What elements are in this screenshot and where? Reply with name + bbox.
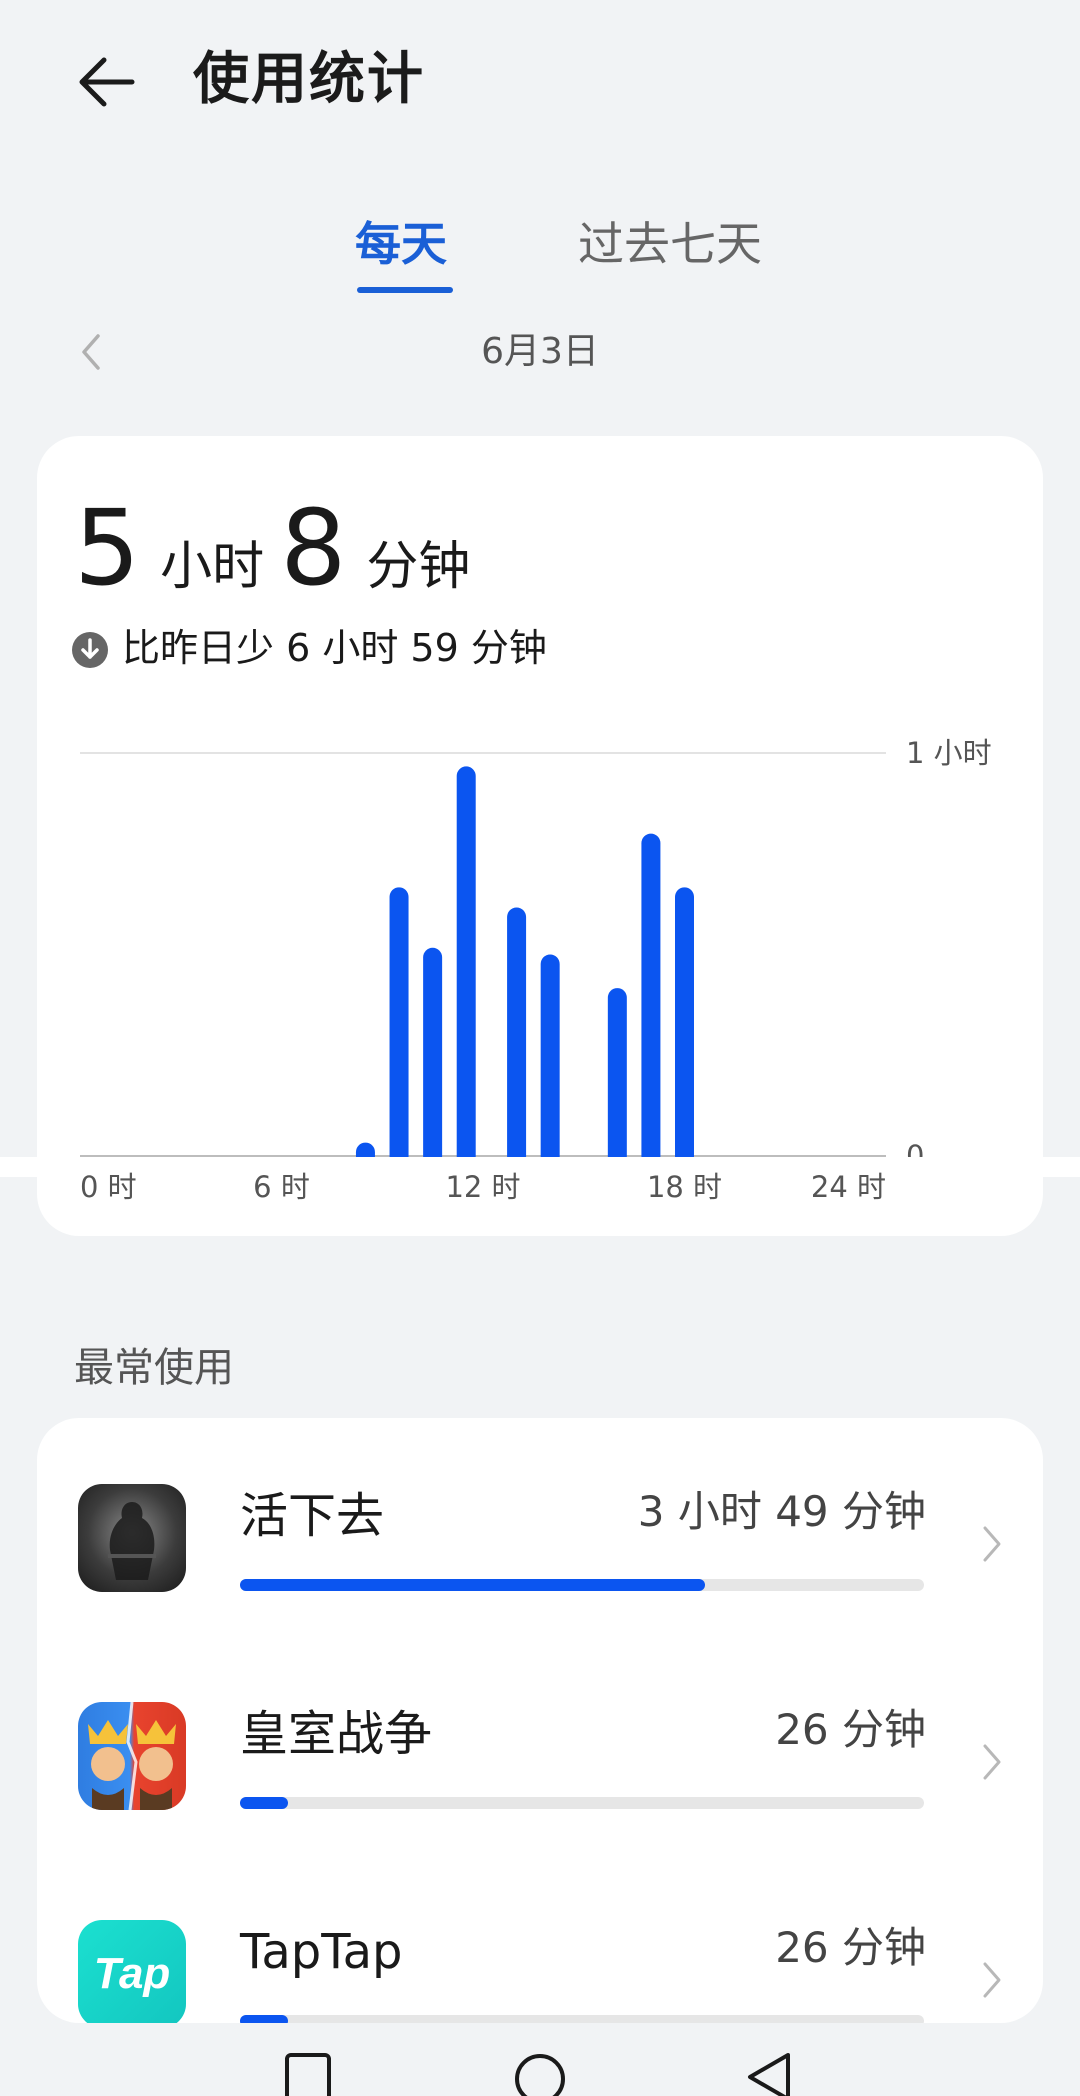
section-title-most-used: 最常使用 bbox=[74, 1345, 234, 1391]
recents-square-icon[interactable] bbox=[285, 2053, 331, 2096]
chart-bar bbox=[456, 766, 476, 1166]
chart-bar bbox=[507, 907, 527, 1166]
usage-progress-track bbox=[240, 2015, 924, 2023]
app-row-clash-royale[interactable]: 皇室战争 26 分钟 bbox=[37, 1636, 1043, 1854]
app-name: TapTap bbox=[240, 1924, 403, 1980]
app-usage-time: 3 小时 49 分钟 bbox=[637, 1487, 926, 1536]
minutes-value: 8 bbox=[280, 487, 347, 609]
tab-daily[interactable]: 每天 bbox=[355, 212, 447, 276]
total-usage-time: 5 小时 8 分钟 bbox=[74, 488, 486, 639]
app-usage-time: 26 分钟 bbox=[775, 1705, 926, 1754]
baseline-mask bbox=[0, 1157, 1080, 1177]
usage-progress-fill bbox=[240, 1579, 706, 1591]
back-arrow-icon[interactable] bbox=[70, 42, 150, 122]
usage-bar-chart: 1 小时 0 0 时6 时 12 时 18 时 24 时 bbox=[0, 736, 1080, 1204]
app-name: 皇室战争 bbox=[240, 1706, 433, 1762]
usage-progress-track bbox=[240, 1797, 924, 1809]
usage-progress-track bbox=[240, 1579, 924, 1591]
chart-bar bbox=[607, 988, 627, 1166]
app-row-taptap[interactable]: Tap TapTap 26 分钟 bbox=[37, 1854, 1043, 2023]
taptap-icon-text: Tap bbox=[94, 1949, 171, 1998]
chart-bar bbox=[641, 833, 661, 1166]
chart-bar bbox=[423, 947, 443, 1166]
app-usage-time: 26 分钟 bbox=[775, 1923, 926, 1972]
home-circle-icon[interactable] bbox=[515, 2054, 565, 2096]
arrow-down-circle-icon bbox=[72, 632, 108, 668]
tab-past-seven-days[interactable]: 过去七天 bbox=[578, 212, 762, 276]
chevron-right-icon bbox=[983, 1744, 1001, 1780]
y-tick-label-max: 1 小时 bbox=[906, 736, 992, 770]
app-name: 活下去 bbox=[240, 1488, 385, 1544]
usage-progress-fill bbox=[240, 2015, 288, 2023]
comparison-text: 比昨日少 6 小时 59 分钟 bbox=[122, 626, 547, 670]
clash-royale-icon bbox=[78, 1702, 186, 1810]
survive-game-icon bbox=[78, 1484, 186, 1592]
x-tick-label: 6 时 bbox=[253, 1170, 310, 1204]
x-tick-label: 0 时 bbox=[80, 1170, 137, 1204]
chart-bar bbox=[540, 954, 560, 1166]
usage-progress-fill bbox=[240, 1797, 288, 1809]
chart-bar bbox=[675, 887, 694, 1166]
chart-bar bbox=[389, 887, 409, 1166]
most-used-apps-card: 活下去 3 小时 49 分钟 皇室战争 26 分钟 Tap TapTap 26 … bbox=[37, 1418, 1043, 2023]
x-tick-label: 18 时 bbox=[647, 1170, 722, 1204]
hours-value: 5 bbox=[74, 487, 141, 609]
page-title: 使用统计 bbox=[193, 47, 425, 112]
minutes-unit: 分钟 bbox=[366, 537, 471, 597]
system-navigation-bar bbox=[285, 2053, 790, 2096]
back-triangle-icon[interactable] bbox=[748, 2053, 790, 2096]
date-label: 6月3日 bbox=[481, 331, 599, 372]
chevron-right-icon bbox=[983, 1962, 1001, 1998]
x-tick-label: 24 时 bbox=[811, 1170, 886, 1204]
x-tick-label: 12 时 bbox=[445, 1170, 520, 1204]
taptap-icon: Tap bbox=[78, 1920, 186, 2023]
app-row-survive[interactable]: 活下去 3 小时 49 分钟 bbox=[37, 1418, 1043, 1636]
hours-unit: 小时 bbox=[160, 537, 265, 597]
active-tab-indicator bbox=[357, 287, 453, 293]
chevron-right-icon bbox=[983, 1526, 1001, 1562]
